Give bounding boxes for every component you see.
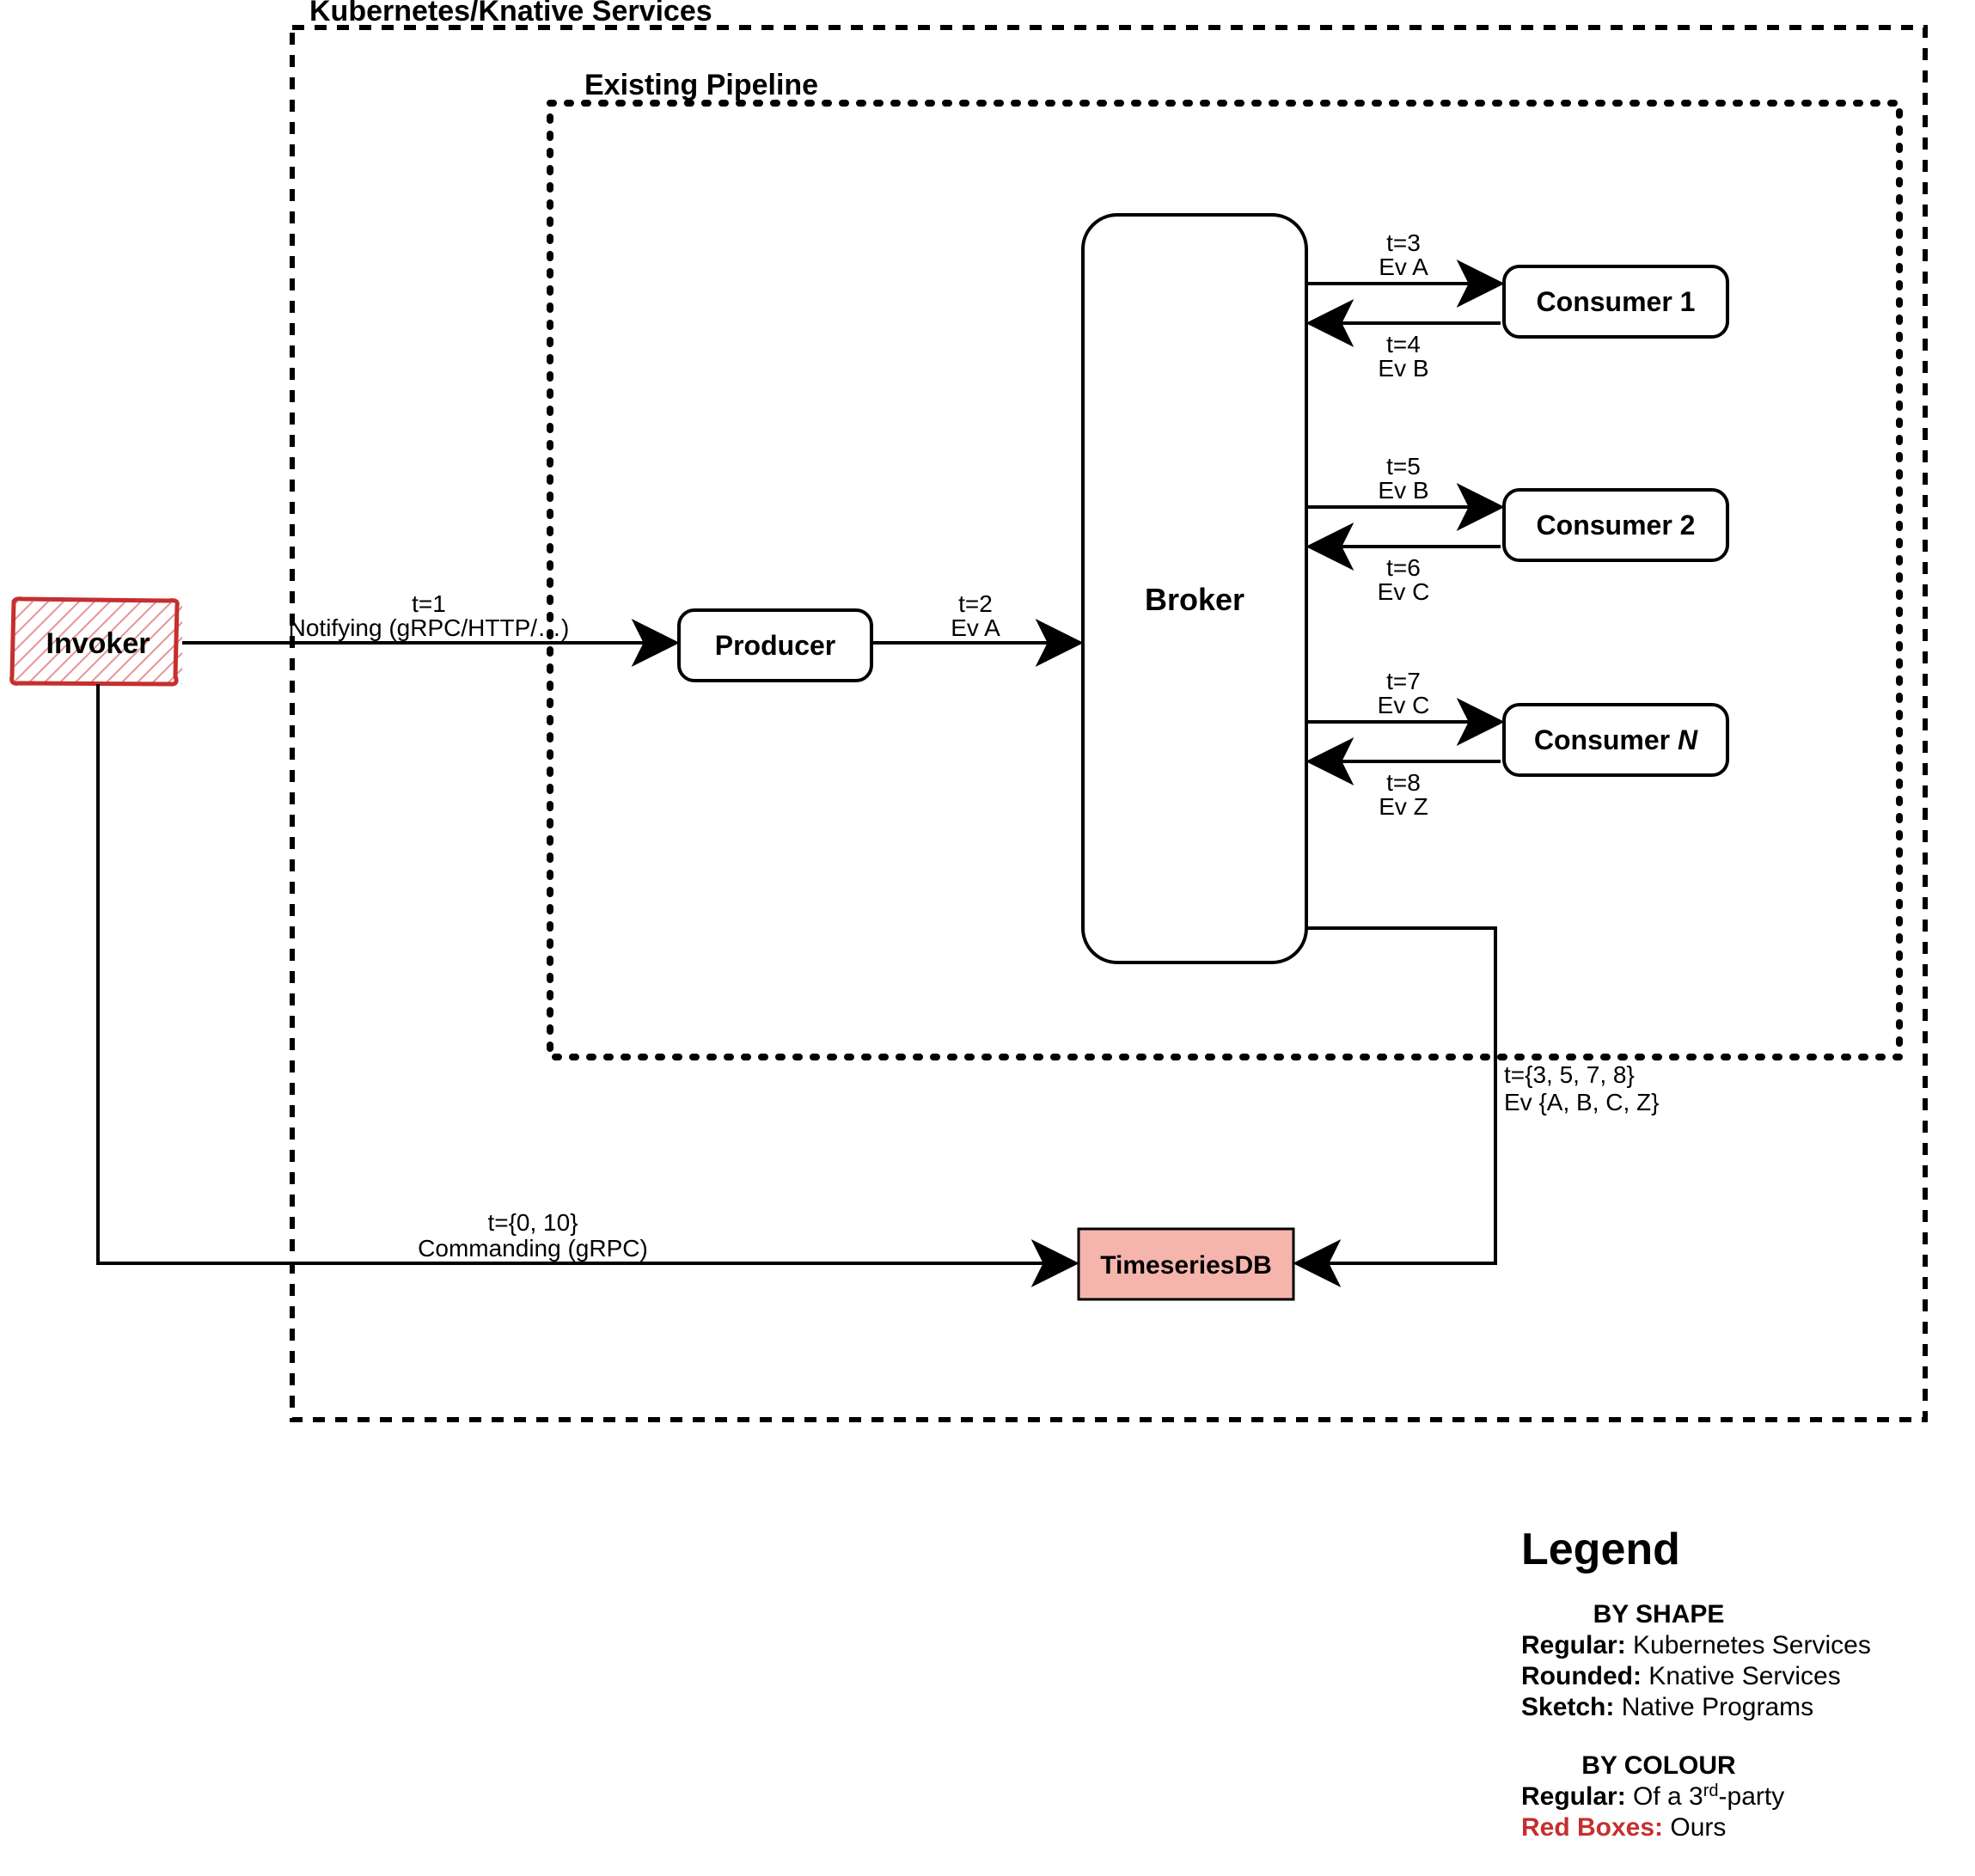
legend-regular-colour-val-pre: Of a 3 xyxy=(1626,1782,1703,1811)
svg-text:Regular: Kubernetes Services: Regular: Kubernetes Services xyxy=(1521,1631,1871,1659)
edge-broker-tsdb-bottom: Ev {A, B, C, Z} xyxy=(1504,1089,1660,1115)
edge-broker-c1-fwd-top: t=3 xyxy=(1386,229,1421,256)
edge-broker-cN-back-bottom: Ev Z xyxy=(1379,793,1428,820)
timeseriesdb-label: TimeseriesDB xyxy=(1100,1251,1272,1280)
consumerN-node: Consumer N xyxy=(1504,705,1727,775)
pipeline-container-title: Existing Pipeline xyxy=(584,69,818,101)
legend-regular-shape-val: Kubernetes Services xyxy=(1626,1631,1871,1659)
edge-broker-tsdb xyxy=(1297,928,1495,1263)
invoker-node: Invoker xyxy=(12,599,182,684)
consumer2-label: Consumer 2 xyxy=(1537,510,1696,541)
legend-by-shape-title: BY SHAPE xyxy=(1593,1600,1725,1629)
edge-invoker-tsdb-top: t={0, 10} xyxy=(487,1209,578,1236)
edge-broker-c2-back-top: t=6 xyxy=(1386,554,1421,581)
timeseriesdb-node: TimeseriesDB xyxy=(1079,1229,1293,1299)
svg-text:Sketch: Native Programs: Sketch: Native Programs xyxy=(1521,1693,1813,1721)
broker-node: Broker xyxy=(1083,215,1306,962)
legend-sketch-key: Sketch: xyxy=(1521,1693,1614,1721)
legend-regular-colour-val-sup: rd xyxy=(1703,1781,1719,1800)
edge-invoker-producer-bottom: Notifying (gRPC/HTTP/…) xyxy=(289,614,570,641)
legend-rounded-val: Knative Services xyxy=(1642,1662,1841,1690)
producer-label: Producer xyxy=(715,630,835,661)
legend-regular-shape-key: Regular: xyxy=(1521,1631,1626,1659)
edge-broker-cN-back-top: t=8 xyxy=(1386,769,1421,796)
svg-text:Regular: Of a 3rd-party: Regular: Of a 3rd-party xyxy=(1521,1781,1784,1811)
edge-broker-c1-back-bottom: Ev B xyxy=(1378,355,1428,382)
edge-invoker-tsdb-bottom: Commanding (gRPC) xyxy=(418,1235,648,1262)
legend-red-key: Red Boxes: xyxy=(1521,1813,1663,1842)
edge-invoker-tsdb xyxy=(98,684,1075,1263)
producer-node: Producer xyxy=(679,610,871,681)
svg-text:Consumer N: Consumer N xyxy=(1534,724,1698,755)
edge-producer-broker-bottom: Ev A xyxy=(951,614,1000,641)
consumer1-label: Consumer 1 xyxy=(1537,286,1696,317)
edge-broker-c2-fwd-bottom: Ev B xyxy=(1378,477,1428,504)
edge-broker-c1-back-top: t=4 xyxy=(1386,331,1421,357)
edge-invoker-producer-top: t=1 xyxy=(412,590,446,617)
legend-by-colour-title: BY COLOUR xyxy=(1581,1751,1736,1780)
edge-broker-c2-fwd-top: t=5 xyxy=(1386,453,1421,480)
svg-text:Red Boxes: Ours: Red Boxes: Ours xyxy=(1521,1813,1726,1842)
consumerN-label-n: N xyxy=(1678,724,1698,755)
edge-broker-c2-back-bottom: Ev C xyxy=(1378,578,1430,605)
legend-red-val: Ours xyxy=(1663,1813,1726,1842)
legend-rounded-key: Rounded: xyxy=(1521,1662,1642,1690)
edge-broker-cN-fwd-bottom: Ev C xyxy=(1378,692,1430,718)
broker-label: Broker xyxy=(1145,582,1244,617)
legend-title: Legend xyxy=(1521,1525,1680,1574)
consumerN-label-prefix: Consumer xyxy=(1534,724,1678,755)
edge-broker-cN-fwd-top: t=7 xyxy=(1386,668,1421,694)
edge-broker-tsdb-top: t={3, 5, 7, 8} xyxy=(1504,1061,1635,1088)
architecture-diagram: Kubernetes/Knative Services Existing Pip… xyxy=(0,0,1975,1872)
legend-regular-colour-val-post: -party xyxy=(1719,1782,1785,1811)
consumer2-node: Consumer 2 xyxy=(1504,490,1727,560)
legend: Legend BY SHAPE Regular: Kubernetes Serv… xyxy=(1521,1525,1871,1842)
consumer1-node: Consumer 1 xyxy=(1504,266,1727,337)
edge-producer-broker-top: t=2 xyxy=(958,590,993,617)
svg-text:Rounded: Knative Services: Rounded: Knative Services xyxy=(1521,1662,1841,1690)
legend-sketch-val: Native Programs xyxy=(1614,1693,1813,1721)
kubernetes-container-title: Kubernetes/Knative Services xyxy=(309,0,712,27)
invoker-label: Invoker xyxy=(46,627,150,660)
edge-broker-c1-fwd-bottom: Ev A xyxy=(1379,254,1428,280)
legend-regular-colour-key: Regular: xyxy=(1521,1782,1626,1811)
